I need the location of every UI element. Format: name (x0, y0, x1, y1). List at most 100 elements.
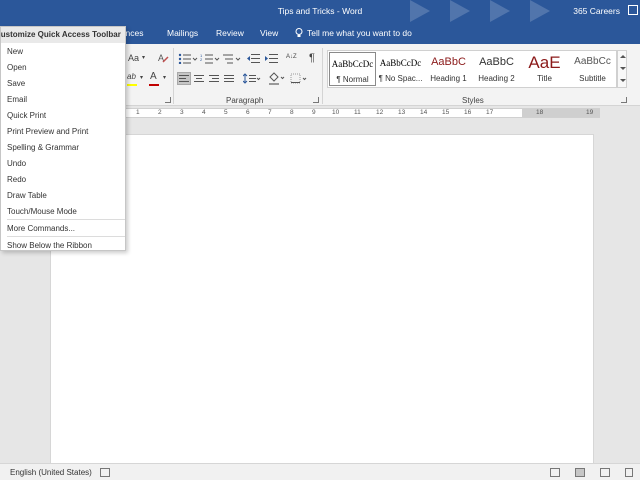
styles-dialog-launcher[interactable] (621, 97, 627, 103)
ruler-number: 10 (332, 109, 340, 116)
decrease-indent-icon[interactable] (247, 53, 260, 64)
style-preview: AaBbC (479, 56, 514, 68)
ruler-number: 11 (354, 109, 361, 116)
style-no-spacing[interactable]: AaBbCcDc ¶ No Spac... (377, 52, 424, 86)
style-label: Heading 2 (478, 74, 515, 83)
menu-item-show-below-ribbon[interactable]: Show Below the Ribbon (1, 237, 125, 253)
style-heading-2[interactable]: AaBbC Heading 2 (473, 52, 520, 86)
ruler-number: 7 (268, 109, 272, 116)
style-label: Subtitle (579, 74, 606, 83)
justify-button[interactable] (223, 73, 235, 84)
ruler-number: 6 (246, 109, 250, 116)
document-page[interactable] (50, 134, 594, 474)
highlight-dropdown[interactable]: ▾ (140, 74, 143, 81)
ruler-number: 5 (224, 109, 228, 116)
font-color-button[interactable]: A (150, 71, 157, 82)
style-preview: AaE (528, 53, 561, 72)
align-center-button[interactable] (193, 73, 205, 84)
web-layout-icon[interactable] (600, 468, 610, 477)
read-mode-icon[interactable] (550, 468, 560, 477)
clear-formatting-icon[interactable]: A (157, 52, 169, 64)
tell-me-text: Tell me what you want to do (307, 28, 412, 38)
borders-icon[interactable] (290, 73, 310, 84)
svg-text:2: 2 (200, 57, 203, 62)
horizontal-ruler[interactable]: 1 2 3 4 5 6 7 8 9 10 11 12 13 14 15 16 1… (126, 108, 600, 118)
ruler-number: 12 (376, 109, 384, 116)
tab-review[interactable]: Review (216, 28, 244, 38)
ruler-number: 14 (420, 109, 428, 116)
increase-indent-icon[interactable] (265, 53, 278, 64)
menu-item-new[interactable]: New (1, 43, 125, 59)
ribbon-display-icon[interactable] (628, 5, 638, 15)
menu-item-touch-mode[interactable]: Touch/Mouse Mode (1, 203, 125, 219)
numbering-icon[interactable]: 1 2 (200, 53, 220, 64)
font-color-bar (149, 84, 159, 86)
menu-header: Customize Quick Access Toolbar (1, 27, 125, 43)
bullets-icon[interactable] (178, 53, 198, 64)
style-label: ¶ No Spac... (378, 74, 423, 83)
style-heading-1[interactable]: AaBbC Heading 1 (425, 52, 472, 86)
style-title[interactable]: AaE Title (521, 52, 568, 86)
paragraph-group-label: Paragraph (226, 96, 264, 105)
ruler-number: 13 (398, 109, 406, 116)
align-left-button[interactable] (177, 72, 191, 85)
ruler-number: 18 (536, 109, 544, 116)
menu-item-draw-table[interactable]: Draw Table (1, 187, 125, 203)
styles-gallery-scroller[interactable] (617, 50, 627, 88)
style-preview: AaBbCc (574, 56, 611, 67)
multilevel-list-icon[interactable] (222, 53, 242, 64)
ruler-number: 9 (312, 109, 316, 116)
menu-item-more-commands[interactable]: More Commands... (1, 220, 125, 236)
grow-font-button[interactable]: Aa (128, 53, 139, 63)
menu-item-spelling[interactable]: Spelling & Grammar (1, 139, 125, 155)
tell-me-box[interactable]: Tell me what you want to do (295, 28, 412, 38)
more-styles-icon[interactable] (620, 79, 626, 82)
style-preview: AaBbCcDc (379, 58, 422, 68)
macro-record-icon[interactable] (100, 468, 110, 477)
style-normal[interactable]: AaBbCcDc ¶ Normal (329, 52, 376, 86)
grow-font-dropdown[interactable]: ▾ (142, 54, 145, 61)
style-preview: AaBbC (431, 56, 466, 68)
font-color-dropdown[interactable]: ▾ (163, 74, 166, 81)
menu-item-undo[interactable]: Undo (1, 155, 125, 171)
ruler-number: 17 (486, 109, 494, 116)
window-title: Tips and Tricks - Word (277, 6, 363, 16)
title-bar: Tips and Tricks - Word 365 Careers (0, 0, 640, 22)
menu-item-quick-print[interactable]: Quick Print (1, 107, 125, 123)
font-dialog-launcher[interactable] (165, 97, 171, 103)
scroll-up-icon[interactable] (620, 55, 626, 58)
line-spacing-icon[interactable] (243, 73, 261, 84)
highlight-button[interactable]: ab (127, 72, 136, 81)
shading-icon[interactable] (268, 72, 286, 85)
ruler-number: 19 (586, 109, 594, 116)
paragraph-dialog-launcher[interactable] (313, 97, 319, 103)
menu-item-print-preview[interactable]: Print Preview and Print (1, 123, 125, 139)
tab-mailings[interactable]: Mailings (167, 28, 198, 38)
language-indicator[interactable]: English (United States) (10, 468, 92, 477)
ruler-number: 3 (180, 109, 184, 116)
scroll-down-icon[interactable] (620, 67, 626, 70)
zoom-out-icon[interactable] (625, 468, 633, 477)
tab-view[interactable]: View (260, 28, 278, 38)
style-subtitle[interactable]: AaBbCc Subtitle (569, 52, 616, 86)
ruler-number: 16 (464, 109, 472, 116)
menu-item-redo[interactable]: Redo (1, 171, 125, 187)
account-name[interactable]: 365 Careers (573, 6, 620, 16)
style-label: ¶ Normal (336, 75, 369, 84)
menu-item-open[interactable]: Open (1, 59, 125, 75)
status-bar: English (United States) (0, 463, 640, 480)
lightbulb-icon (295, 28, 303, 37)
style-preview: AaBbCcDc (331, 59, 374, 69)
styles-group-label: Styles (462, 96, 484, 105)
ruler-number: 8 (290, 109, 294, 116)
show-formatting-marks-button[interactable]: ¶ (309, 52, 315, 64)
sort-button[interactable]: A↓Z (286, 52, 297, 61)
menu-item-email[interactable]: Email (1, 91, 125, 107)
group-separator (173, 48, 174, 104)
menu-item-save[interactable]: Save (1, 75, 125, 91)
ruler-number: 15 (442, 109, 450, 116)
align-right-button[interactable] (208, 73, 220, 84)
menu-header-text: Customize Quick Access Toolbar (1, 30, 121, 39)
style-label: Title (537, 74, 552, 83)
print-layout-icon[interactable] (575, 468, 585, 477)
